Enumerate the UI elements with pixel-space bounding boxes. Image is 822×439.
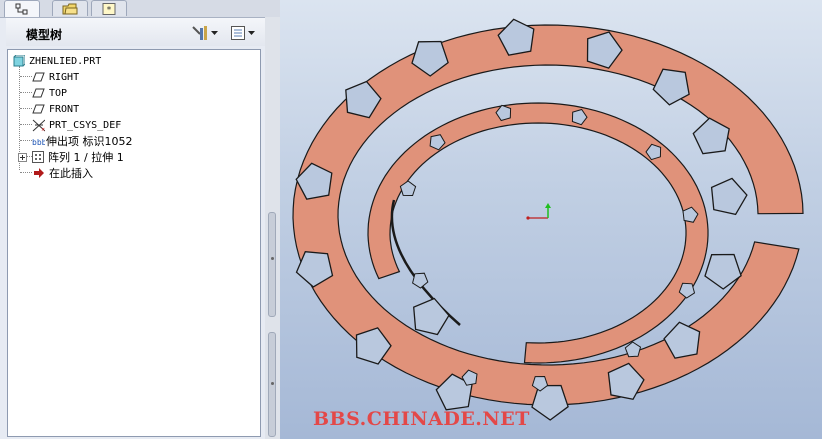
expand-plus-icon[interactable] — [18, 152, 27, 162]
tree-item-label: 伸出项 标识1052 — [46, 135, 133, 148]
pattern-icon — [31, 151, 44, 164]
datum-plane-icon — [32, 71, 45, 84]
tree-item-insert-here[interactable]: 在此插入 — [32, 165, 93, 181]
star-icon: * — [102, 2, 116, 15]
tree-item-top[interactable]: TOP — [32, 85, 67, 101]
settings-tools-icon — [192, 26, 207, 40]
outer-pentagon-hole — [710, 177, 748, 216]
part-model — [292, 18, 804, 421]
watermark: BBS.CHINADE.NET — [313, 408, 530, 430]
splitter-grip-upper[interactable] — [268, 212, 276, 317]
tree-item-csys[interactable]: × PRT_CSYS_DEF — [32, 117, 121, 133]
chevron-down-icon — [248, 30, 255, 35]
tree-item-right[interactable]: RIGHT — [32, 69, 79, 85]
coordinate-system-icon: × — [32, 119, 45, 132]
datum-plane-icon — [32, 103, 45, 116]
svg-text:*: * — [107, 5, 112, 15]
tree-item-label: TOP — [49, 87, 68, 99]
folder-icon — [62, 3, 78, 14]
show-dropdown-button[interactable] — [230, 24, 255, 42]
inner-pentagon-hole — [412, 272, 429, 289]
datum-plane-icon — [32, 87, 45, 100]
tab-favorites[interactable]: * — [91, 0, 127, 16]
tree-item-label: FRONT — [49, 103, 80, 115]
svg-text:bbb: bbb — [32, 138, 45, 146]
tab-folder-browser[interactable] — [52, 0, 88, 16]
insert-here-arrow-icon — [32, 167, 45, 180]
graphics-viewport[interactable] — [280, 0, 822, 439]
part-icon — [12, 55, 25, 68]
tree-filter-icon — [231, 26, 245, 40]
model-tree: ZHENLIED.PRT RIGHT TOP FRONT × PRT_CSYS_… — [7, 49, 261, 437]
panel-title: 模型树 — [26, 28, 63, 42]
tree-item-pattern[interactable]: 阵列 1 / 拉伸 1 — [18, 149, 124, 165]
model-tree-icon — [15, 3, 28, 15]
tree-item-protrusion[interactable]: bbb 伸出项 标识1052 — [32, 133, 133, 149]
tree-root-label: ZHENLIED.PRT — [29, 55, 102, 67]
inner-pentagon-hole — [624, 341, 642, 358]
tree-item-label: 阵列 1 / 拉伸 1 — [48, 151, 124, 164]
panel-header: 模型树 — [6, 18, 270, 46]
settings-dropdown-button[interactable] — [191, 24, 218, 42]
panel-splitter[interactable] — [265, 17, 280, 439]
tab-model-tree[interactable] — [4, 0, 40, 17]
tree-item-label: 在此插入 — [49, 167, 93, 180]
outer-pentagon-hole — [413, 297, 450, 336]
tree-root[interactable]: ZHENLIED.PRT — [12, 53, 101, 69]
chevron-down-icon — [211, 30, 218, 35]
svg-text:×: × — [41, 127, 45, 132]
outer-pentagon-hole — [531, 384, 569, 421]
navigator-tabs: * — [0, 0, 280, 18]
tree-item-label: RIGHT — [49, 71, 80, 83]
tree-item-front[interactable]: FRONT — [32, 101, 79, 117]
tree-item-label: PRT_CSYS_DEF — [49, 119, 122, 131]
protrusion-icon: bbb — [32, 135, 45, 148]
csys-origin — [526, 216, 530, 220]
model-tree-panel: * 模型树 ZHENLIED.PRT RIGHT TOP FRONT × PRT… — [0, 0, 280, 439]
